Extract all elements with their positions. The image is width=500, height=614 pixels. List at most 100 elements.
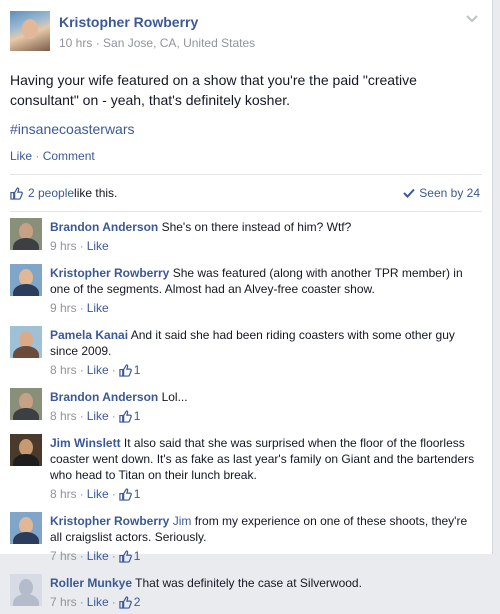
- comment-body: Roller Munkye That was definitely the ca…: [50, 574, 482, 610]
- post-time[interactable]: 10 hrs: [59, 36, 92, 50]
- comment-like-link[interactable]: Like: [87, 362, 109, 378]
- comment-like-count[interactable]: 1: [119, 486, 141, 502]
- likes-summary: 2 people like this.: [10, 185, 117, 201]
- comment-like-link[interactable]: Like: [87, 486, 109, 502]
- comment-meta-separator: ·: [111, 363, 116, 377]
- comment-meta: 9 hrs · Like: [50, 300, 482, 316]
- comment-time[interactable]: 8 hrs: [50, 408, 77, 424]
- comment-body: Brandon Anderson Lol... 8 hrs · Like · 1: [50, 388, 482, 424]
- comment-time[interactable]: 9 hrs: [50, 238, 77, 254]
- commenter-avatar[interactable]: [10, 264, 42, 296]
- avatar-shoulders: [13, 532, 39, 544]
- like-count-value: 2: [133, 595, 141, 609]
- like-count-value: 1: [133, 487, 141, 501]
- avatar-shoulders: [13, 594, 39, 606]
- commenter-name[interactable]: Kristopher Rowberry: [50, 514, 169, 528]
- comment-like-link[interactable]: Like: [87, 548, 109, 564]
- post-hashtag[interactable]: #insanecoasterwars: [10, 120, 480, 138]
- comment-body: Kristopher Rowberry She was featured (al…: [50, 264, 482, 316]
- post-author-name[interactable]: Kristopher Rowberry: [59, 13, 255, 31]
- comment-body: Kristopher Rowberry Jim from my experien…: [50, 512, 482, 564]
- commenter-name[interactable]: Roller Munkye: [50, 576, 132, 590]
- thumbs-up-icon: [119, 487, 132, 501]
- post-header: Kristopher Rowberry 10 hrs · San Jose, C…: [10, 11, 480, 52]
- comment-meta: 8 hrs · Like · 1: [50, 362, 482, 378]
- comment: Kristopher Rowberry Jim from my experien…: [10, 506, 482, 568]
- post-like-link[interactable]: Like: [10, 149, 32, 163]
- avatar-shoulders: [13, 408, 39, 420]
- comment-time[interactable]: 8 hrs: [50, 486, 77, 502]
- comment-like-link[interactable]: Like: [87, 300, 109, 316]
- comment: Brandon Anderson Lol... 8 hrs · Like · 1: [10, 382, 482, 428]
- seen-by[interactable]: Seen by 24: [403, 185, 480, 201]
- comment-meta: 7 hrs · Like · 2: [50, 594, 482, 610]
- post-card: Kristopher Rowberry 10 hrs · San Jose, C…: [0, 0, 493, 609]
- avatar-shoulders: [13, 284, 39, 296]
- comment-text: That was definitely the case at Silverwo…: [132, 576, 362, 590]
- comment-meta-separator: ·: [111, 487, 116, 501]
- post: Kristopher Rowberry 10 hrs · San Jose, C…: [0, 0, 492, 174]
- thumbs-up-icon: [10, 186, 23, 200]
- post-header-text: Kristopher Rowberry 10 hrs · San Jose, C…: [59, 11, 255, 52]
- commenter-name[interactable]: Brandon Anderson: [50, 390, 158, 404]
- comment-meta: 9 hrs · Like: [50, 238, 482, 254]
- post-actions-separator: ·: [35, 149, 40, 163]
- commenter-name[interactable]: Jim Winslett: [50, 436, 121, 450]
- seen-by-label: Seen by 24: [419, 186, 480, 200]
- comment: Pamela Kanai And it said she had been ri…: [10, 320, 482, 382]
- comment-meta-separator: ·: [79, 549, 84, 563]
- post-location[interactable]: San Jose, CA, United States: [103, 36, 255, 50]
- post-actions: Like · Comment: [10, 148, 480, 174]
- comment-like-count[interactable]: 1: [119, 548, 140, 564]
- commenter-avatar[interactable]: [10, 512, 42, 544]
- comment-body: Pamela Kanai And it said she had been ri…: [50, 326, 482, 378]
- comment-body: Jim Winslett It also said that she was s…: [50, 434, 482, 502]
- comment-time[interactable]: 7 hrs: [50, 594, 77, 610]
- comment-mention[interactable]: Jim: [173, 514, 192, 528]
- comment: Roller Munkye That was definitely the ca…: [10, 568, 482, 614]
- post-meta-separator: ·: [95, 36, 100, 50]
- commenter-name[interactable]: Kristopher Rowberry: [50, 266, 169, 280]
- comment-like-link[interactable]: Like: [87, 238, 109, 254]
- comment-like-link[interactable]: Like: [87, 408, 109, 424]
- comment-time[interactable]: 7 hrs: [50, 548, 77, 564]
- likes-people-link[interactable]: 2 people: [28, 185, 74, 201]
- comment-meta-separator: ·: [111, 595, 116, 609]
- comment-meta-separator: ·: [79, 301, 84, 315]
- comment-meta-separator: ·: [111, 549, 116, 563]
- comment: Kristopher Rowberry She was featured (al…: [10, 258, 482, 320]
- comment: Jim Winslett It also said that she was s…: [10, 428, 482, 506]
- comment-meta-separator: ·: [79, 239, 84, 253]
- comment-meta-separator: ·: [79, 487, 84, 501]
- commenter-avatar[interactable]: [10, 574, 42, 606]
- comment-like-count[interactable]: 1: [119, 362, 140, 378]
- commenter-name[interactable]: Pamela Kanai: [50, 328, 128, 342]
- commenter-avatar[interactable]: [10, 218, 42, 250]
- comment-like-count[interactable]: 1: [119, 408, 141, 424]
- thumbs-up-icon: [119, 363, 132, 377]
- commenter-avatar[interactable]: [10, 388, 42, 420]
- comment-meta-separator: ·: [79, 363, 84, 377]
- comment-time[interactable]: 8 hrs: [50, 362, 77, 378]
- comment-time[interactable]: 9 hrs: [50, 300, 77, 316]
- like-count-value: 1: [133, 409, 141, 423]
- comment-text: She's on there instead of him? Wtf?: [158, 220, 352, 234]
- post-text: Having your wife featured on a show that…: [10, 72, 417, 108]
- thumbs-up-icon: [119, 549, 132, 563]
- chevron-down-icon[interactable]: [466, 14, 478, 24]
- commenter-name[interactable]: Brandon Anderson: [50, 220, 158, 234]
- comment-meta-separator: ·: [111, 409, 116, 423]
- thumbs-up-icon: [119, 595, 132, 609]
- comment-like-count[interactable]: 2: [119, 594, 141, 610]
- likes-bar: 2 people like this. Seen by 24: [0, 175, 492, 211]
- author-avatar[interactable]: [10, 11, 50, 51]
- comment-text: Lol...: [158, 390, 188, 404]
- avatar-shoulders: [13, 346, 39, 358]
- comment-like-link[interactable]: Like: [87, 594, 109, 610]
- comment-body: Brandon Anderson She's on there instead …: [50, 218, 482, 254]
- post-comment-link[interactable]: Comment: [43, 149, 95, 163]
- commenter-avatar[interactable]: [10, 326, 42, 358]
- commenter-avatar[interactable]: [10, 434, 42, 466]
- comment: Brandon Anderson She's on there instead …: [10, 212, 482, 258]
- post-meta: 10 hrs · San Jose, CA, United States: [59, 34, 255, 52]
